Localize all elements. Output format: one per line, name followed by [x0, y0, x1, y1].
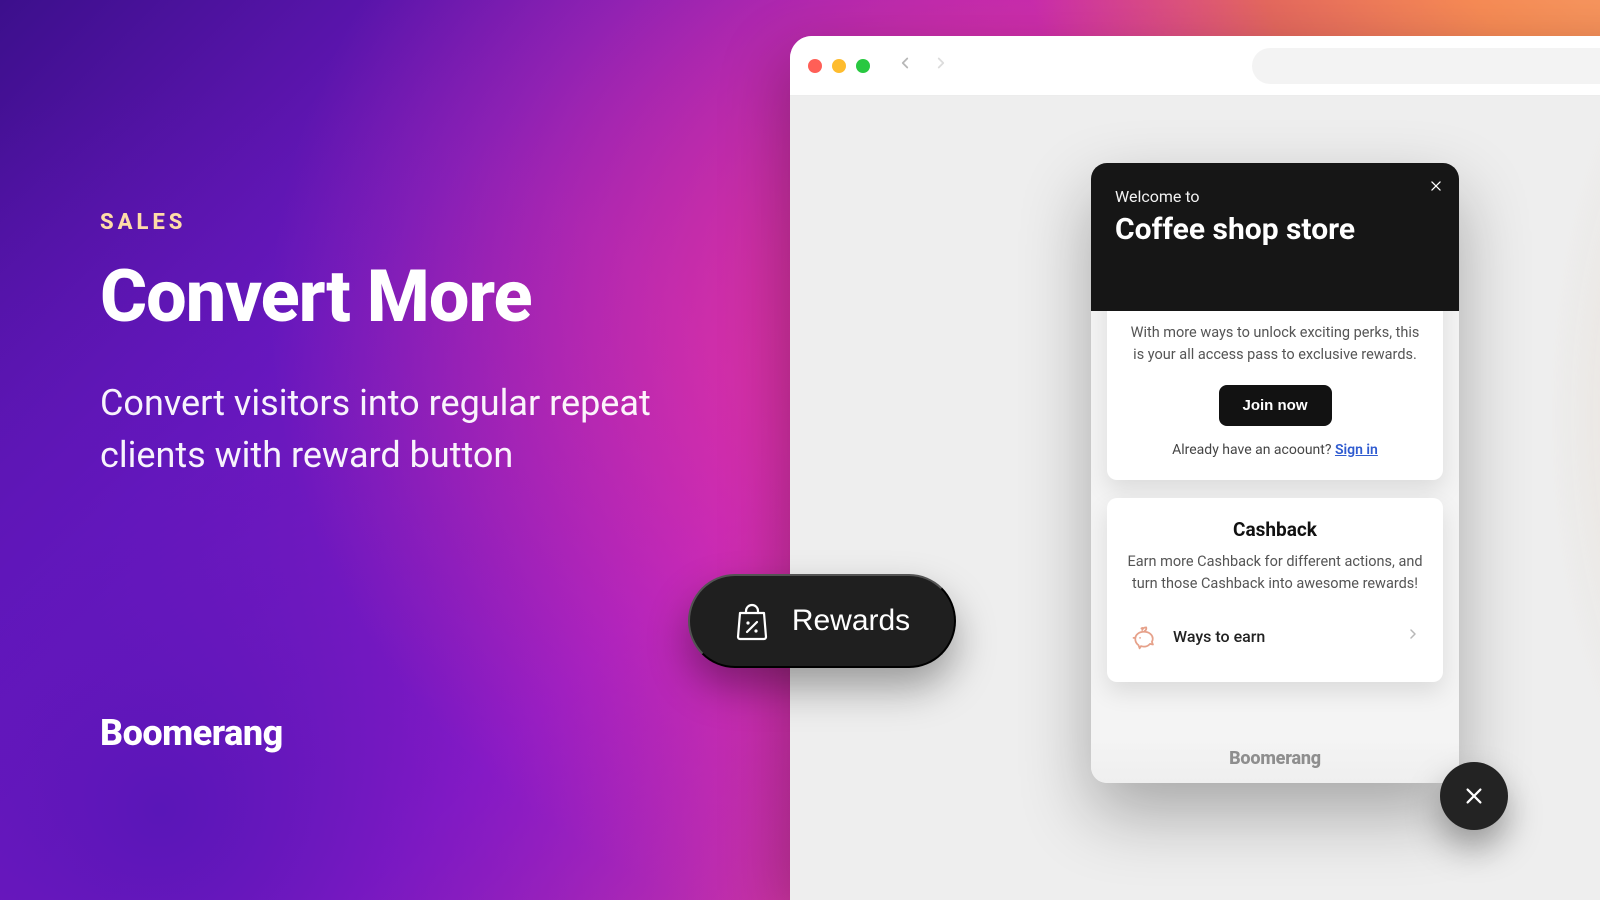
chevron-left-icon [896, 54, 914, 72]
rewards-panel-header: Welcome to Coffee shop store [1091, 163, 1459, 311]
hero-eyebrow: SALES [100, 210, 720, 235]
join-now-button[interactable]: Join now [1219, 385, 1332, 426]
already-account-label: Already have an acoount? [1172, 442, 1335, 458]
close-icon [1429, 179, 1443, 193]
panel-footer-brand: Boomerang [1091, 738, 1459, 783]
hero-headline: Convert More [100, 259, 720, 335]
hero-copy: SALES Convert More Convert visitors into… [100, 210, 720, 481]
cashback-card-desc: Earn more Cashback for different actions… [1127, 551, 1423, 596]
chevron-right-icon [932, 54, 950, 72]
promo-stage: SALES Convert More Convert visitors into… [0, 0, 1600, 900]
ways-to-earn-row[interactable]: Ways to earn [1127, 614, 1423, 660]
nav-forward-button[interactable] [930, 54, 952, 77]
close-icon [1463, 785, 1485, 807]
rewards-panel: Welcome to Coffee shop store Become a me… [1091, 163, 1459, 783]
rewards-button-label: Rewards [792, 604, 910, 638]
address-bar[interactable] [1252, 48, 1600, 84]
panel-close-button[interactable] [1429, 179, 1443, 196]
window-minimize-dot[interactable] [832, 59, 846, 73]
window-close-dot[interactable] [808, 59, 822, 73]
sign-in-link[interactable]: Sign in [1335, 442, 1378, 458]
window-zoom-dot[interactable] [856, 59, 870, 73]
cashback-card: Cashback Earn more Cashback for differen… [1107, 498, 1443, 682]
cashback-card-title: Cashback [1127, 518, 1423, 541]
brand-wordmark: Boomerang [100, 712, 283, 754]
rewards-cards: Become a member With more ways to unlock… [1091, 269, 1459, 696]
ways-to-earn-label: Ways to earn [1173, 627, 1391, 646]
browser-chrome-bar [790, 36, 1600, 96]
close-fab-button[interactable] [1440, 762, 1508, 830]
chevron-right-icon [1405, 626, 1421, 647]
window-controls [808, 59, 870, 73]
already-account-text: Already have an acoount? Sign in [1127, 442, 1423, 458]
hero-subtext: Convert visitors into regular repeat cli… [100, 377, 720, 481]
member-card-desc: With more ways to unlock exciting perks,… [1127, 322, 1423, 367]
rewards-button[interactable]: Rewards [688, 574, 956, 668]
nav-back-button[interactable] [894, 54, 916, 77]
welcome-prefix: Welcome to [1115, 187, 1435, 206]
piggy-bank-icon [1129, 622, 1159, 652]
browser-nav [894, 54, 952, 77]
shopping-bag-percent-icon [734, 601, 770, 641]
store-name: Coffee shop store [1115, 212, 1435, 247]
